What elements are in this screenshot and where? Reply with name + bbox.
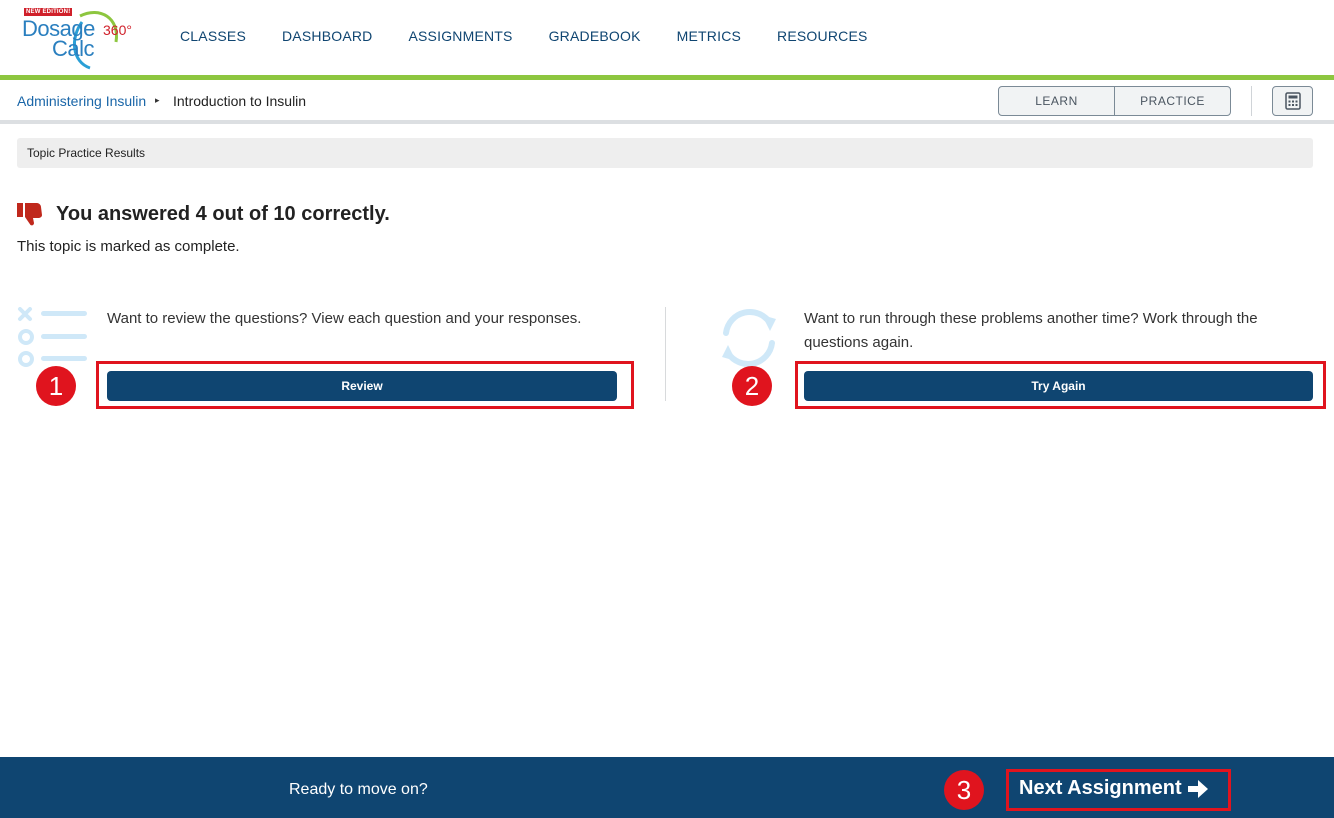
try-again-button[interactable]: Try Again <box>804 371 1313 401</box>
checklist-icon <box>18 307 87 367</box>
next-assignment-label: Next Assignment <box>1019 777 1182 799</box>
annotation-marker-2: 2 <box>732 366 772 406</box>
footer-prompt: Ready to move on? <box>289 781 428 798</box>
top-header: NEW EDITION! Dosage Calc 360° CLASSES DA… <box>0 0 1334 75</box>
review-button[interactable]: Review <box>107 371 617 401</box>
toolbar-divider <box>1251 86 1252 116</box>
breadcrumb-divider <box>0 120 1334 124</box>
learn-practice-toggle: LEARN PRACTICE <box>998 86 1231 116</box>
annotation-marker-1: 1 <box>36 366 76 406</box>
nav-gradebook[interactable]: GRADEBOOK <box>549 28 641 44</box>
nav-assignments[interactable]: ASSIGNMENTS <box>408 28 512 44</box>
breadcrumb-bar: Administering Insulin ▸ Introduction to … <box>0 80 1334 120</box>
result-summary: You answered 4 out of 10 correctly. <box>17 201 390 227</box>
logo-word-360: 360° <box>103 22 132 38</box>
nav-dashboard[interactable]: DASHBOARD <box>282 28 372 44</box>
dosage-calc-logo[interactable]: NEW EDITION! Dosage Calc 360° <box>20 6 140 70</box>
main-nav: CLASSES DASHBOARD ASSIGNMENTS GRADEBOOK … <box>162 28 886 44</box>
logo-badge: NEW EDITION! <box>24 8 73 16</box>
calculator-button[interactable] <box>1272 86 1313 116</box>
annotation-marker-3: 3 <box>944 770 984 810</box>
try-again-prompt: Want to run through these problems anoth… <box>804 310 1258 351</box>
completion-status: This topic is marked as complete. <box>17 238 240 255</box>
practice-button[interactable]: PRACTICE <box>1114 87 1230 115</box>
breadcrumb-current: Introduction to Insulin <box>173 93 307 109</box>
breadcrumb-parent-link[interactable]: Administering Insulin <box>17 93 146 109</box>
section-heading: Topic Practice Results <box>17 138 1313 168</box>
next-assignment-button[interactable]: Next Assignment <box>1019 777 1209 800</box>
arrow-right-icon <box>1187 779 1208 798</box>
footer-bar: Ready to move on? 3 Next Assignment <box>0 757 1334 818</box>
calculator-icon <box>1284 92 1301 110</box>
result-title: You answered 4 out of 10 correctly. <box>56 202 390 225</box>
logo-word-calc: Calc <box>52 36 95 61</box>
nav-metrics[interactable]: METRICS <box>677 28 741 44</box>
panel-divider <box>665 307 666 401</box>
breadcrumb-separator-icon: ▸ <box>155 95 160 105</box>
review-prompt: Want to review the questions? View each … <box>107 310 582 327</box>
nav-classes[interactable]: CLASSES <box>180 28 246 44</box>
nav-resources[interactable]: RESOURCES <box>777 28 867 44</box>
refresh-icon <box>722 308 776 368</box>
thumbs-down-icon <box>17 203 42 226</box>
learn-button[interactable]: LEARN <box>999 87 1114 115</box>
